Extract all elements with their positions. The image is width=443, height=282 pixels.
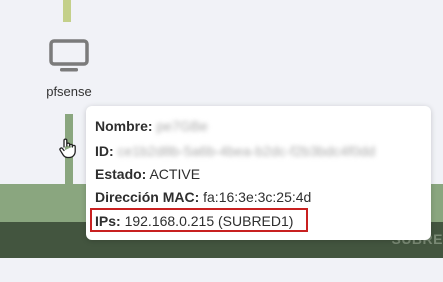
id-label: ID: xyxy=(95,143,114,159)
name-label: Nombre: xyxy=(95,118,153,134)
tooltip-row-id: ID: ce1b2d8b-5a6b-4bea-b2dc-f2b3bdc4f0dd xyxy=(95,143,375,159)
id-value: ce1b2d8b-5a6b-4bea-b2dc-f2b3bdc4f0dd xyxy=(117,143,376,159)
tooltip-row-name: Nombre: pe7GBe xyxy=(95,118,208,134)
ips-highlight-box xyxy=(90,208,308,232)
name-value: pe7GBe xyxy=(156,118,208,134)
node-tooltip: Nombre: pe7GBe ID: ce1b2d8b-5a6b-4bea-b2… xyxy=(86,106,431,240)
hand-pointer-icon xyxy=(59,138,76,159)
tooltip-row-status: Estado: ACTIVE xyxy=(95,166,200,182)
monitor-icon[interactable] xyxy=(48,38,90,74)
mac-label: Dirección MAC: xyxy=(95,189,200,205)
mac-value: fa:16:3e:3c:25:4d xyxy=(203,189,312,205)
top-connector-line xyxy=(63,0,71,22)
node-label[interactable]: pfsense xyxy=(30,84,108,99)
status-label: Estado: xyxy=(95,166,147,182)
tooltip-row-mac: Dirección MAC: fa:16:3e:3c:25:4d xyxy=(95,189,311,205)
status-value: ACTIVE xyxy=(149,166,201,182)
